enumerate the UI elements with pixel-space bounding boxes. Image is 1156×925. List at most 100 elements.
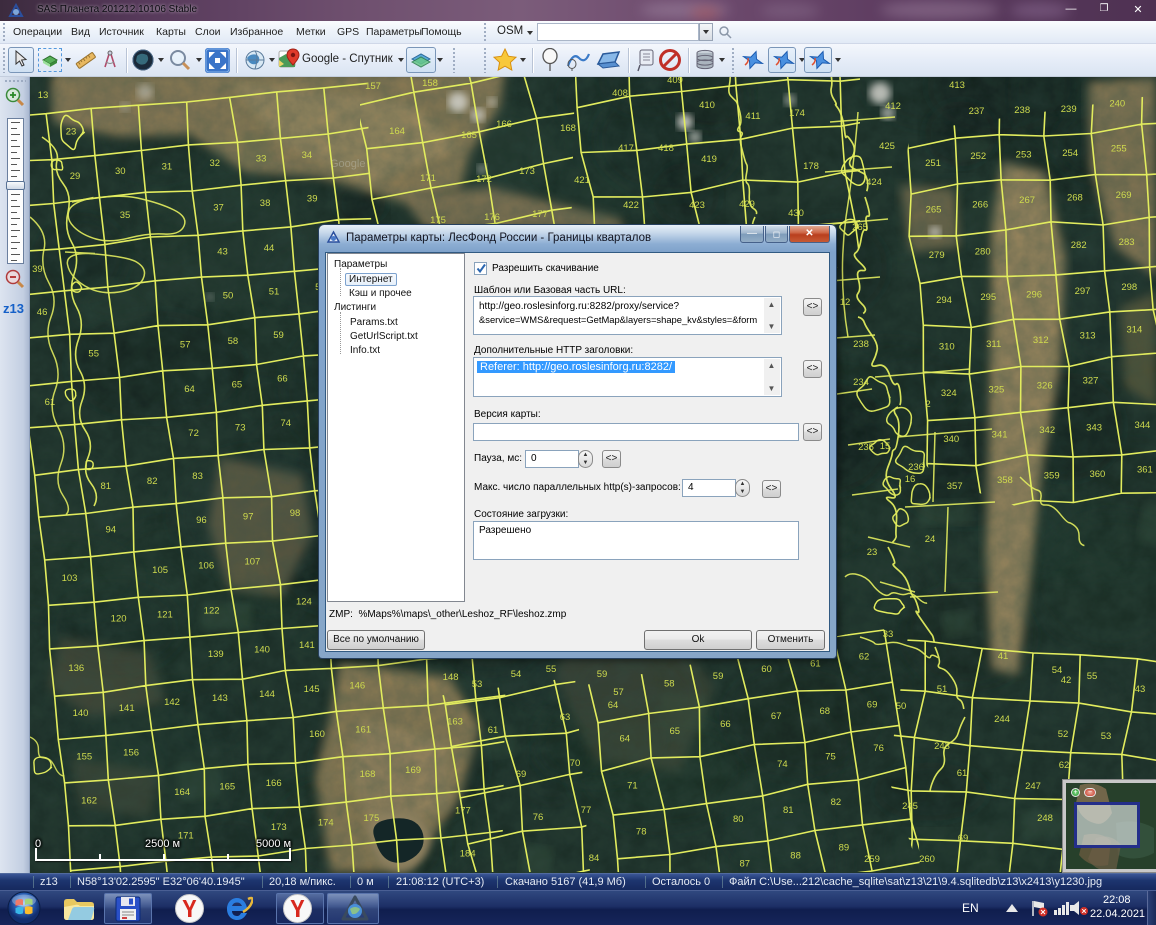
- svg-text:359: 359: [1044, 471, 1060, 482]
- svg-text:81: 81: [101, 481, 112, 492]
- svg-text:162: 162: [81, 796, 97, 807]
- svg-text:43: 43: [1135, 684, 1146, 695]
- svg-text:248: 248: [1037, 813, 1053, 824]
- svg-text:357: 357: [947, 481, 963, 492]
- svg-text:61: 61: [810, 658, 821, 669]
- svg-text:168: 168: [560, 123, 576, 134]
- svg-text:295: 295: [980, 292, 996, 303]
- svg-text:37: 37: [213, 203, 224, 214]
- svg-text:430: 430: [788, 208, 804, 219]
- svg-text:169: 169: [405, 765, 421, 776]
- svg-text:144: 144: [259, 689, 275, 700]
- svg-text:64: 64: [620, 733, 631, 744]
- svg-text:174: 174: [789, 108, 805, 119]
- svg-text:425: 425: [879, 141, 895, 152]
- svg-text:33: 33: [256, 154, 267, 165]
- svg-text:260: 260: [919, 854, 935, 865]
- svg-text:269: 269: [1116, 190, 1132, 201]
- svg-text:53: 53: [1101, 731, 1112, 742]
- svg-text:408: 408: [612, 88, 628, 99]
- svg-text:81: 81: [783, 805, 794, 816]
- svg-text:33: 33: [883, 629, 894, 640]
- svg-text:327: 327: [1083, 375, 1099, 386]
- svg-text:54: 54: [1052, 665, 1063, 676]
- svg-text:58: 58: [664, 679, 675, 690]
- svg-text:13: 13: [38, 90, 49, 101]
- svg-text:172: 172: [476, 174, 492, 185]
- svg-text:145: 145: [304, 684, 320, 695]
- svg-text:238: 238: [1014, 105, 1030, 116]
- svg-text:67: 67: [771, 711, 782, 722]
- svg-text:254: 254: [1062, 148, 1078, 159]
- svg-text:165: 165: [461, 130, 477, 141]
- svg-text:43: 43: [217, 247, 228, 258]
- svg-text:361: 361: [1137, 465, 1153, 476]
- svg-text:342: 342: [1039, 425, 1055, 436]
- svg-text:173: 173: [271, 822, 287, 833]
- svg-text:64: 64: [184, 384, 195, 395]
- svg-text:253: 253: [1016, 150, 1032, 161]
- svg-text:35: 35: [120, 210, 131, 221]
- svg-text:31: 31: [162, 162, 173, 173]
- svg-text:325: 325: [988, 385, 1004, 396]
- svg-text:417: 417: [618, 143, 634, 154]
- svg-text:177: 177: [532, 209, 548, 220]
- svg-text:103: 103: [62, 573, 78, 584]
- svg-text:157: 157: [365, 81, 381, 92]
- svg-text:283: 283: [1119, 237, 1135, 248]
- svg-text:88: 88: [790, 851, 801, 862]
- svg-text:164: 164: [389, 126, 405, 137]
- svg-text:51: 51: [269, 287, 280, 298]
- svg-text:76: 76: [533, 812, 544, 823]
- svg-text:266: 266: [972, 199, 988, 210]
- svg-text:96: 96: [196, 515, 207, 526]
- svg-text:70: 70: [570, 758, 581, 769]
- svg-text:311: 311: [986, 339, 1001, 350]
- svg-text:259: 259: [864, 854, 880, 865]
- svg-text:173: 173: [519, 166, 535, 177]
- svg-text:140: 140: [254, 645, 270, 656]
- svg-text:178: 178: [803, 161, 819, 172]
- svg-text:120: 120: [111, 614, 127, 625]
- svg-text:23: 23: [66, 126, 77, 137]
- svg-text:164: 164: [174, 787, 190, 798]
- svg-text:141: 141: [299, 640, 315, 651]
- svg-text:413: 413: [949, 80, 965, 91]
- svg-text:51: 51: [937, 684, 948, 695]
- svg-text:280: 280: [975, 247, 991, 258]
- svg-text:240: 240: [1109, 98, 1125, 109]
- svg-text:294: 294: [936, 295, 952, 306]
- svg-text:298: 298: [1121, 282, 1137, 293]
- svg-text:63: 63: [560, 712, 571, 723]
- svg-text:176: 176: [484, 212, 500, 223]
- svg-text:140: 140: [73, 708, 89, 719]
- svg-text:76: 76: [873, 743, 884, 754]
- svg-text:122: 122: [204, 606, 220, 617]
- svg-text:310: 310: [939, 342, 955, 353]
- svg-text:252: 252: [970, 151, 986, 162]
- svg-text:29: 29: [70, 171, 81, 182]
- svg-text:105: 105: [152, 565, 168, 576]
- svg-text:279: 279: [929, 250, 945, 261]
- svg-text:158: 158: [422, 78, 438, 89]
- svg-text:61: 61: [45, 397, 56, 408]
- svg-text:39: 39: [307, 193, 318, 204]
- svg-text:326: 326: [1037, 380, 1053, 391]
- svg-text:55: 55: [546, 664, 557, 675]
- svg-text:324: 324: [941, 388, 957, 399]
- svg-text:82: 82: [831, 797, 842, 808]
- svg-text:160: 160: [309, 729, 325, 740]
- svg-text:141: 141: [119, 703, 135, 714]
- svg-text:97: 97: [243, 512, 254, 523]
- svg-text:68: 68: [820, 706, 831, 717]
- svg-text:55: 55: [88, 349, 99, 360]
- svg-text:139: 139: [208, 649, 224, 660]
- svg-text:72: 72: [188, 428, 199, 439]
- svg-text:166: 166: [266, 778, 282, 789]
- svg-text:34: 34: [302, 150, 313, 161]
- svg-text:24: 24: [925, 534, 936, 545]
- svg-text:87: 87: [740, 859, 751, 870]
- svg-text:244: 244: [994, 714, 1010, 725]
- svg-text:30: 30: [115, 166, 126, 177]
- svg-text:142: 142: [164, 697, 180, 708]
